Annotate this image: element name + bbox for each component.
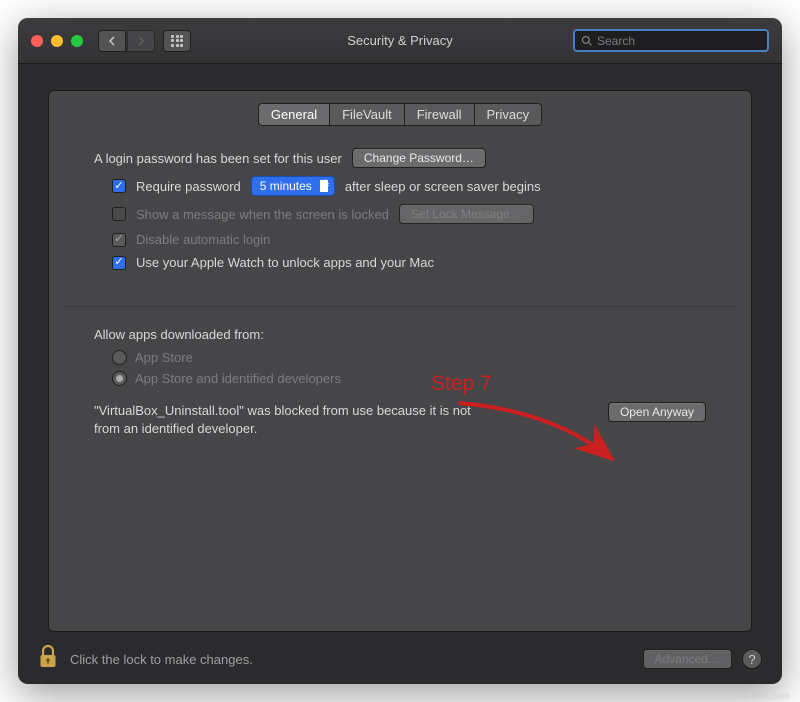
preferences-window: Security & Privacy General FileVault Fir… [18, 18, 782, 684]
content-panel: General FileVault Firewall Privacy A log… [48, 90, 752, 632]
lock-button[interactable] [38, 644, 58, 675]
login-section: A login password has been set for this u… [49, 126, 751, 288]
radio-identified-label: App Store and identified developers [135, 371, 341, 386]
after-sleep-text: after sleep or screen saver begins [345, 179, 541, 194]
open-anyway-button[interactable]: Open Anyway [608, 402, 706, 422]
close-button[interactable] [31, 35, 43, 47]
require-password-row: Require password 5 minutes after sleep o… [94, 176, 706, 196]
allow-apps-radio-group: App Store App Store and identified devel… [94, 350, 706, 386]
tabs: General FileVault Firewall Privacy [49, 103, 751, 126]
search-icon [581, 35, 593, 47]
apple-watch-checkbox[interactable] [112, 256, 126, 270]
allow-apps-heading-row: Allow apps downloaded from: [94, 327, 706, 342]
minimize-button[interactable] [51, 35, 63, 47]
nav-buttons [98, 30, 155, 52]
password-set-text: A login password has been set for this u… [94, 151, 342, 166]
chevron-left-icon [107, 36, 117, 46]
tab-filevault[interactable]: FileVault [329, 103, 404, 126]
show-message-label: Show a message when the screen is locked [136, 207, 389, 222]
require-password-label: Require password [136, 179, 241, 194]
password-delay-select[interactable]: 5 minutes [251, 176, 335, 196]
allow-apps-heading: Allow apps downloaded from: [94, 327, 264, 342]
show-message-row: Show a message when the screen is locked… [94, 204, 706, 224]
set-lock-message-button: Set Lock Message… [399, 204, 534, 224]
forward-button [127, 30, 155, 52]
disable-auto-login-row: Disable automatic login [94, 232, 706, 247]
radio-app-store-label: App Store [135, 350, 193, 365]
apple-watch-row: Use your Apple Watch to unlock apps and … [94, 255, 706, 270]
window-title: Security & Privacy [347, 33, 452, 48]
tab-privacy[interactable]: Privacy [474, 103, 543, 126]
zoom-button[interactable] [71, 35, 83, 47]
footer-right: Advanced… ? [643, 649, 762, 669]
blocked-app-row: "VirtualBox_Uninstall.tool" was blocked … [94, 402, 706, 438]
password-delay-value: 5 minutes [260, 179, 312, 193]
search-field[interactable] [573, 29, 769, 52]
radio-app-store-row: App Store [112, 350, 706, 365]
disable-auto-login-checkbox [112, 233, 126, 247]
blocked-app-text: "VirtualBox_Uninstall.tool" was blocked … [94, 402, 484, 438]
tab-general[interactable]: General [258, 103, 329, 126]
chevron-right-icon [136, 36, 146, 46]
allow-apps-section: Allow apps downloaded from: App Store Ap… [49, 323, 751, 448]
updown-icon [322, 179, 329, 190]
back-button[interactable] [98, 30, 126, 52]
lock-icon [38, 644, 58, 670]
apple-watch-label: Use your Apple Watch to unlock apps and … [136, 255, 434, 270]
radio-identified-row: App Store and identified developers [112, 371, 706, 386]
radio-identified-developers [112, 371, 127, 386]
search-input[interactable] [597, 34, 761, 48]
footer: Click the lock to make changes. Advanced… [18, 634, 782, 684]
radio-app-store [112, 350, 127, 365]
require-password-checkbox[interactable] [112, 179, 126, 193]
watermark: wsxdn.com [740, 691, 790, 702]
advanced-button: Advanced… [643, 649, 732, 669]
show-all-button[interactable] [163, 30, 191, 52]
help-button[interactable]: ? [742, 649, 762, 669]
password-set-row: A login password has been set for this u… [94, 148, 706, 168]
change-password-button[interactable]: Change Password… [352, 148, 486, 168]
lock-hint-text: Click the lock to make changes. [70, 652, 253, 667]
tab-firewall[interactable]: Firewall [404, 103, 474, 126]
divider [64, 306, 736, 307]
show-message-checkbox [112, 207, 126, 221]
disable-auto-login-label: Disable automatic login [136, 232, 270, 247]
traffic-lights [31, 35, 83, 47]
titlebar: Security & Privacy [18, 18, 782, 64]
